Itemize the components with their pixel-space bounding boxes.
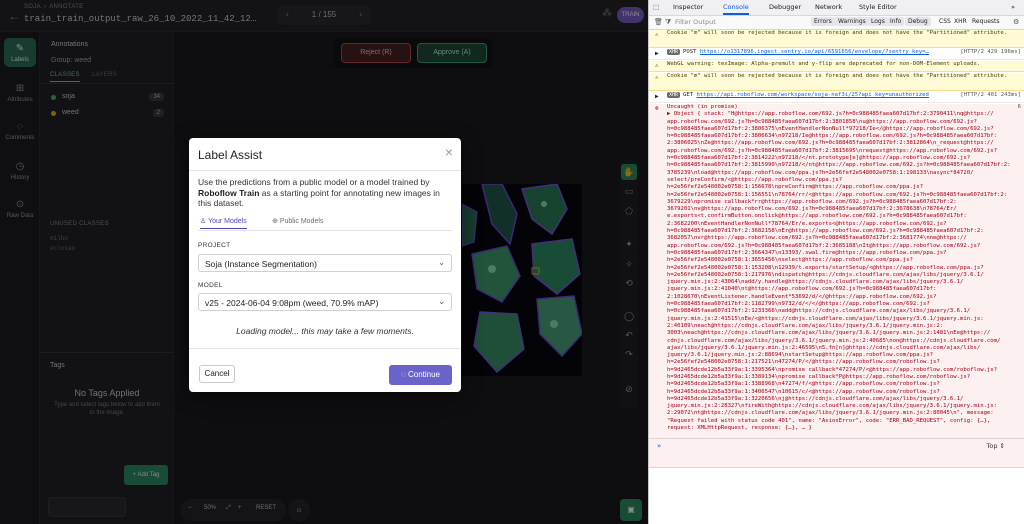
http-method: GET [683,92,694,98]
dialog-description: Use the predictions from a public model … [198,177,454,209]
console-output: ⚠ Cookie "m" will soon be rejected becau… [649,30,1024,490]
spinner-icon: ◌ [400,370,408,379]
chevron-down-icon: ⌄ [438,258,445,267]
settings-gear-icon[interactable]: ⚙ [1013,18,1019,26]
tab-network[interactable]: Network [815,3,842,11]
error-source[interactable]: 6 [1018,104,1021,111]
loading-message: Loading model... this may take a few mom… [236,326,414,336]
devtools-panel: ⬚ Inspector Console Debugger Network Sty… [648,0,1024,524]
console-warning: ⚠ WebGL warning: texImage: Alpha-premult… [649,61,1024,72]
model-select[interactable]: v25 - 2024-06-04 9:08pm (weed, 70.9% mAP… [198,293,452,311]
filter-errors[interactable]: Errors [811,17,835,26]
tab-debugger[interactable]: Debugger [769,3,801,11]
error-icon: ⊗ [655,105,659,112]
globe-icon: ⊕ [272,218,280,225]
console-xhr-row[interactable]: ▶ XHR POST https://o1317896.ingest.sentry… [649,49,1024,60]
divider [189,348,461,349]
tab-label: Your Models [208,218,247,225]
console-input[interactable]: » Top ⇕ [649,438,1024,454]
model-tabs: ♙ Your Models ⊕ Public Models [198,215,452,231]
model-value: v25 - 2024-06-04 9:08pm (weed, 70.9% mAP… [205,298,379,308]
error-stack[interactable]: ▶ Object { stack: "H@https://app.roboflo… [667,111,1019,432]
warning-icon: ⚠ [655,74,659,81]
tab-label: Public Models [279,218,324,225]
close-icon[interactable]: × [445,144,453,160]
label-assist-dialog: Label Assist × Use the predictions from … [189,138,461,392]
console-warning: ⚠ Cookie "m" will soon be rejected becau… [649,30,1024,48]
request-url[interactable]: https://api.roboflow.com/workspace/soja-… [697,92,929,98]
trash-icon[interactable]: 🗑 [654,18,663,26]
context-selector[interactable]: Top ⇕ [987,442,1005,450]
tab-public-models[interactable]: ⊕ Public Models [272,217,323,225]
filter-warnings[interactable]: Warnings [835,17,869,26]
project-label: PROJECT [198,242,231,249]
xhr-badge: XHR [667,92,681,98]
prompt-icon: » [657,442,662,450]
error-title: Uncaught (in promise) [667,104,738,110]
annotate-app: ← SOJA › ANNOTATE train_train_output_raw_2… [0,0,648,524]
expand-arrow-icon[interactable]: ▶ [655,50,659,57]
filter-xhr[interactable]: XHR [951,17,970,26]
filter-input[interactable]: Filter Output [675,18,716,26]
message-text: Cookie "m" will soon be rejected because… [667,30,1008,36]
devtools-tabs: ⬚ Inspector Console Debugger Network Sty… [649,0,1024,16]
xhr-badge: XHR [667,49,681,55]
filter-logs[interactable]: Logs [868,17,888,26]
message-text: Cookie "m" will soon be rejected because… [667,73,1008,79]
tab-style-editor[interactable]: Style Editor [859,3,897,11]
console-warning: ⚠ Cookie "m" will soon be rejected becau… [649,73,1024,91]
warning-icon: ⚠ [655,62,659,69]
message-text: WebGL warning: texImage: Alpha-premult a… [667,61,981,67]
continue-label: Continue [407,370,440,379]
filter-info[interactable]: Info [887,17,905,26]
cancel-button[interactable]: Cancel [199,365,235,383]
expand-arrow-icon[interactable]: ▶ [655,93,659,100]
screen: ← SOJA › ANNOTATE train_train_output_raw_2… [0,0,1024,524]
tab-inspector[interactable]: Inspector [673,3,703,11]
http-method: POST [683,49,697,55]
user-icon: ♙ [200,218,209,225]
dialog-title: Label Assist [198,148,263,162]
console-filter-bar: 🗑 ⧩ Filter Output Errors Warnings Logs I… [649,16,1024,30]
http-status: [HTTP/2 401 243ms] [960,92,1021,98]
console-error: ⊗ Uncaught (in promise) ▶ Object { stack… [649,104,1024,468]
tab-your-models[interactable]: ♙ Your Models [200,217,247,229]
filter-requests[interactable]: Requests [969,17,1003,26]
desc-text: Use the predictions from a public model … [198,177,430,187]
request-url[interactable]: https://o1317896.ingest.sentry.io/api/65… [700,49,929,55]
warning-icon: ⚠ [655,31,659,38]
model-label: MODEL [198,282,223,289]
roboflow-train-link[interactable]: Roboflow Train [198,188,259,198]
divider [189,170,461,171]
project-value: Soja (Instance Segmentation) [205,259,317,269]
project-select[interactable]: Soja (Instance Segmentation) ⌄ [198,254,452,272]
pick-element-icon[interactable]: ⬚ [653,3,659,11]
filter-debug[interactable]: Debug [905,17,931,26]
http-status: [HTTP/2 429 196ms] [960,49,1021,55]
more-tabs-icon[interactable]: » [1011,3,1015,11]
continue-button[interactable]: ◌ Continue [389,365,452,385]
chevron-down-icon: ⌄ [438,297,445,306]
console-xhr-row[interactable]: ▶ XHR GET https://api.roboflow.com/worksp… [649,92,1024,103]
tab-console[interactable]: Console [723,3,749,15]
filter-icon: ⧩ [665,18,672,26]
